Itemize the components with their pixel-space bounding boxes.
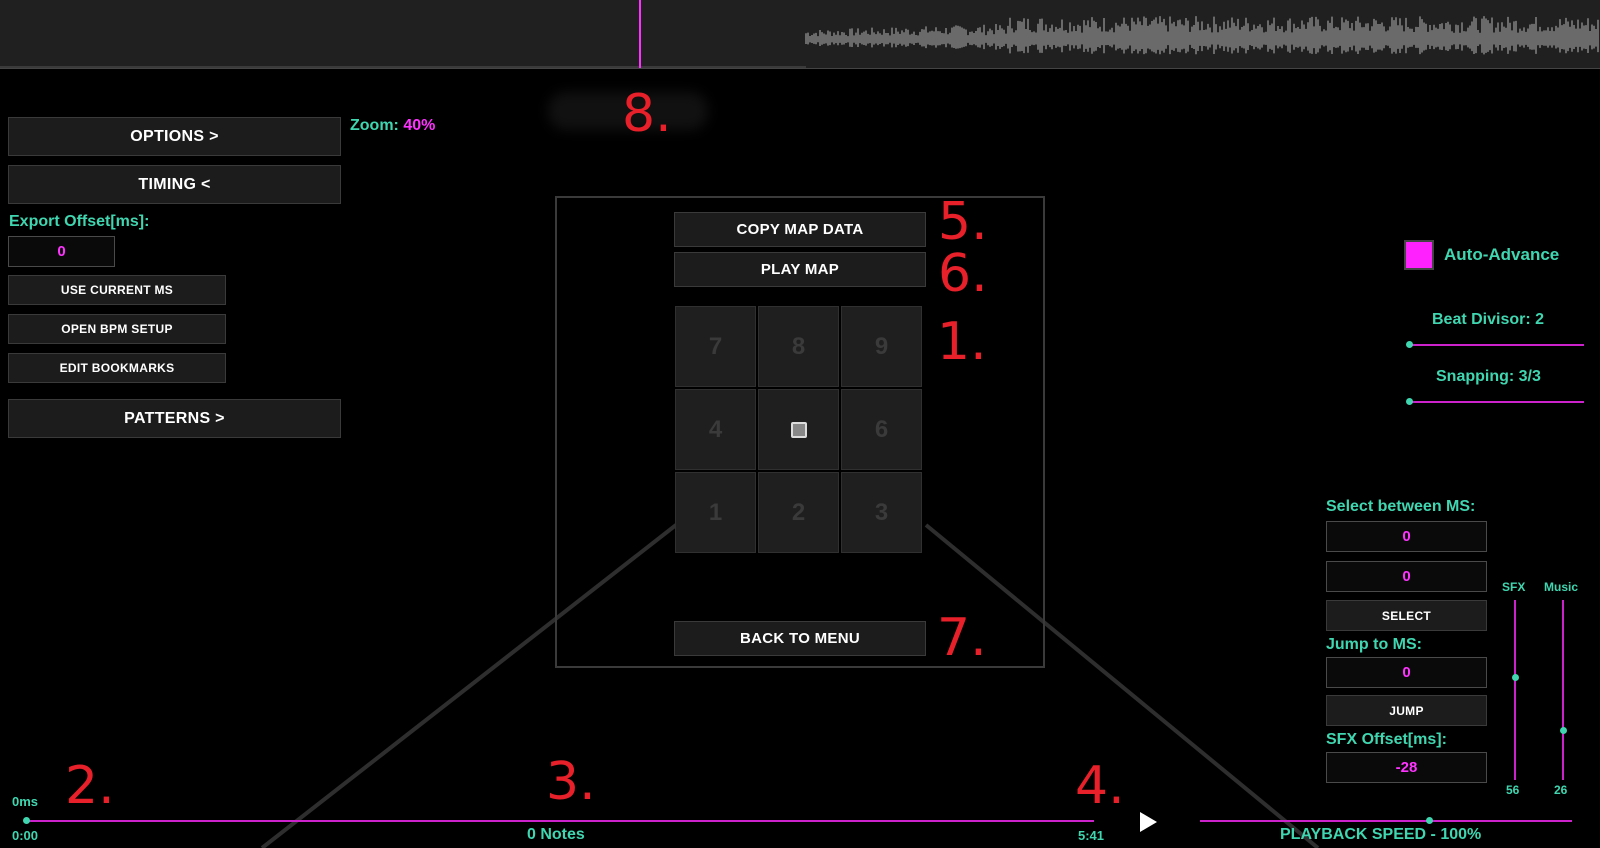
grid-cell-4[interactable]: 4 (675, 389, 756, 470)
music-volume-slider[interactable] (1562, 600, 1564, 780)
sfx-offset-input[interactable]: -28 (1326, 752, 1487, 783)
snapping-label: Snapping: 3/3 (1436, 368, 1541, 385)
open-bpm-setup-button[interactable]: OPEN BPM SETUP (8, 314, 226, 344)
grid-cell-7[interactable]: 7 (675, 306, 756, 387)
sfx-volume-knob[interactable] (1512, 674, 1519, 681)
beat-divisor-label: Beat Divisor: 2 (1432, 311, 1545, 328)
back-to-menu-button[interactable]: BACK TO MENU (674, 621, 926, 656)
current-ms-label: 0ms (12, 794, 39, 809)
options-button[interactable]: OPTIONS > (8, 117, 341, 156)
music-volume-label: Music (1544, 580, 1579, 594)
timeline-slider[interactable] (26, 820, 1094, 822)
grid-cell-5[interactable] (758, 389, 839, 470)
notes-count: 0 Notes (527, 826, 585, 843)
note-grid: 7 8 9 4 6 1 2 3 (675, 306, 925, 556)
music-volume-knob[interactable] (1560, 727, 1567, 734)
jump-label: Jump to MS: (1326, 636, 1422, 653)
select-between-label: Select between MS: (1326, 498, 1476, 515)
sfx-volume-value: 56 (1506, 783, 1520, 797)
export-offset-input[interactable]: 0 (8, 236, 115, 267)
annotation-3: 3. (546, 752, 596, 812)
grid-cell-3[interactable]: 3 (841, 472, 922, 553)
waveform-graph (0, 16, 1599, 68)
start-time-label: 0:00 (12, 828, 39, 843)
annotation-1: 1. (937, 312, 987, 372)
play-icon[interactable] (1140, 812, 1157, 832)
auto-advance-checkbox[interactable] (1404, 240, 1434, 270)
jump-input[interactable]: 0 (1326, 657, 1487, 688)
grid-cell-9[interactable]: 9 (841, 306, 922, 387)
zoom-value: 40% (403, 117, 436, 134)
cursor-square-icon (790, 421, 807, 438)
snapping-slider[interactable] (1408, 401, 1584, 403)
select-to-input[interactable]: 0 (1326, 561, 1487, 592)
jump-button[interactable]: JUMP (1326, 695, 1487, 726)
select-from-input[interactable]: 0 (1326, 521, 1487, 552)
playhead-marker[interactable] (639, 0, 641, 68)
annotation-2: 2. (65, 756, 115, 816)
beat-divisor-slider[interactable] (1408, 344, 1584, 346)
grid-cell-1[interactable]: 1 (675, 472, 756, 553)
grid-cell-2[interactable]: 2 (758, 472, 839, 553)
annotation-8: 8. (622, 84, 672, 144)
sfx-offset-label: SFX Offset[ms]: (1326, 731, 1447, 748)
grid-cell-6[interactable]: 6 (841, 389, 922, 470)
playback-speed-label: PLAYBACK SPEED - 100% (1280, 826, 1482, 843)
auto-advance-label: Auto-Advance (1444, 245, 1560, 264)
playback-speed-slider[interactable] (1200, 820, 1572, 822)
grid-cell-8[interactable]: 8 (758, 306, 839, 387)
zoom-label: Zoom: (350, 117, 399, 134)
patterns-button[interactable]: PATTERNS > (8, 399, 341, 438)
annotation-7: 7. (937, 608, 987, 668)
export-offset-label: Export Offset[ms]: (9, 213, 150, 230)
select-button[interactable]: SELECT (1326, 600, 1487, 631)
timing-button[interactable]: TIMING < (8, 165, 341, 204)
playback-speed-knob[interactable] (1426, 817, 1433, 824)
copy-map-data-button[interactable]: COPY MAP DATA (674, 212, 926, 247)
use-current-ms-button[interactable]: USE CURRENT MS (8, 275, 226, 305)
beat-divisor-knob[interactable] (1406, 341, 1413, 348)
play-map-button[interactable]: PLAY MAP (674, 252, 926, 287)
timeline-knob[interactable] (23, 817, 30, 824)
music-volume-value: 26 (1554, 783, 1568, 797)
end-time-label: 5:41 (1078, 828, 1105, 843)
edit-bookmarks-button[interactable]: EDIT BOOKMARKS (8, 353, 226, 383)
snapping-knob[interactable] (1406, 398, 1413, 405)
zoom-indicator: Zoom: 40% (350, 117, 435, 135)
annotation-4: 4. (1075, 756, 1125, 816)
waveform-strip[interactable] (0, 0, 1600, 69)
annotation-6: 6. (938, 244, 988, 304)
sfx-volume-slider[interactable] (1514, 600, 1516, 780)
annotation-5: 5. (938, 192, 988, 252)
sfx-volume-label: SFX (1502, 580, 1526, 594)
